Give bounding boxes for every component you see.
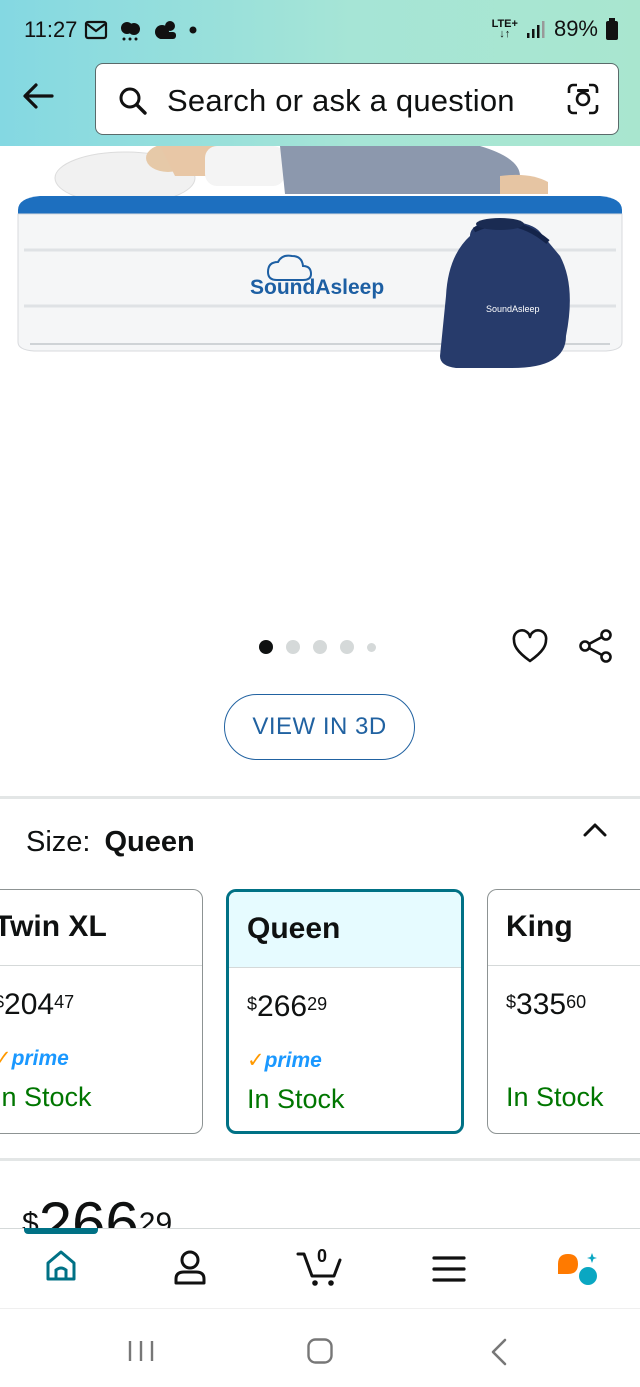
- section-divider: [0, 796, 640, 799]
- rufus-icon[interactable]: [556, 1250, 600, 1288]
- home-button-icon[interactable]: [306, 1337, 334, 1365]
- view-in-3d-button[interactable]: VIEW IN 3D: [224, 694, 415, 760]
- back-arrow-icon[interactable]: [18, 76, 58, 116]
- carousel-dot[interactable]: [286, 640, 300, 654]
- size-selected-value: Queen: [104, 826, 195, 858]
- search-placeholder: Search or ask a question: [167, 83, 515, 118]
- carousel-dot[interactable]: [367, 642, 376, 652]
- cart-count: 0: [317, 1246, 328, 1266]
- carousel-dot[interactable]: [313, 640, 327, 654]
- system-navigation-bar: [0, 1308, 640, 1387]
- size-option-twin-xl[interactable]: Twin XL $20447 ✓prime In Stock: [0, 889, 203, 1134]
- heart-icon[interactable]: [511, 629, 549, 665]
- prime-badge: ✓prime: [247, 1049, 322, 1072]
- notification-dot-icon: [189, 26, 197, 34]
- product-photo: SoundAsleep SoundAsleep: [17, 146, 623, 368]
- stock-status: In Stock: [247, 1084, 345, 1114]
- chevron-up-icon[interactable]: [582, 820, 608, 840]
- prime-badge: ✓prime: [0, 1047, 69, 1070]
- share-icon[interactable]: [578, 628, 614, 664]
- size-option-name: King: [506, 910, 573, 943]
- section-divider: [0, 1158, 640, 1161]
- recent-apps-icon[interactable]: [127, 1339, 155, 1363]
- back-button-icon[interactable]: [488, 1337, 510, 1367]
- size-label: Size: Queen: [26, 826, 195, 858]
- product-image[interactable]: SoundAsleep SoundAsleep: [0, 146, 640, 606]
- size-option-price: $20447: [0, 988, 75, 1021]
- bag-logo-text: SoundAsleep: [486, 304, 540, 314]
- carousel-dot-active[interactable]: [259, 640, 273, 654]
- signal-icon: [526, 21, 545, 38]
- carousel-dot[interactable]: [340, 640, 354, 654]
- camera-lens-icon[interactable]: [566, 82, 600, 116]
- image-carousel-dots[interactable]: [259, 640, 376, 654]
- home-icon[interactable]: [44, 1248, 78, 1284]
- size-option-name: Queen: [247, 912, 341, 945]
- search-bar[interactable]: Search or ask a question: [95, 63, 619, 135]
- network-icon: LTE+ ↓↑: [491, 18, 518, 40]
- battery-percent: 89%: [553, 16, 598, 41]
- weather-rain-icon: [121, 22, 140, 41]
- mail-icon: [84, 20, 108, 40]
- size-option-name: Twin XL: [0, 910, 107, 943]
- stock-status: In Stock: [0, 1082, 92, 1112]
- weather-cloud-icon: [155, 21, 176, 39]
- stock-status: In Stock: [506, 1082, 604, 1112]
- battery-icon: [606, 18, 618, 40]
- status-time: 11:27: [24, 17, 78, 42]
- size-option-queen[interactable]: Queen $26629 ✓prime In Stock: [226, 889, 464, 1134]
- active-tab-indicator: [24, 1228, 98, 1234]
- size-option-price: $26629: [247, 990, 328, 1023]
- brand-logo-text: SoundAsleep: [250, 276, 384, 299]
- size-option-price: $33560: [506, 988, 587, 1021]
- search-icon: [119, 87, 147, 115]
- cart-button[interactable]: 0: [296, 1246, 346, 1288]
- main-price: $26629: [22, 1194, 173, 1228]
- menu-icon[interactable]: [432, 1254, 466, 1284]
- account-icon[interactable]: [172, 1248, 208, 1286]
- status-bar: 11:27 LTE+ ↓↑ 89%: [0, 0, 640, 60]
- size-option-king[interactable]: King $33560 In Stock: [487, 889, 640, 1134]
